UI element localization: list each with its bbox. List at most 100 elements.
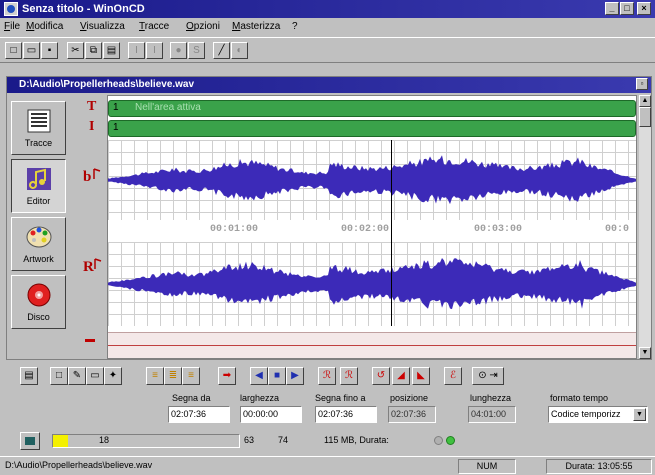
cut-icon[interactable]: ✂ — [67, 42, 84, 59]
fade-out-icon[interactable]: ◣ — [412, 367, 430, 385]
status-duration: Durata: 13:05:55 — [546, 459, 652, 474]
jump-icon[interactable]: ➡ — [218, 367, 236, 385]
segna-da-input[interactable]: 02:07:36 — [168, 406, 230, 423]
editor-title-bar: D:\Audio\Propellerheads\believe.wav ▫ — [7, 77, 651, 93]
capacity-row: 18 63 74 115 MB, Durata: — [0, 432, 655, 450]
larghezza-input[interactable]: 00:00:00 — [240, 406, 302, 423]
waveform-area[interactable]: 1 Nell'area attiva 1 00:01:00 00:02:00 0… — [107, 95, 637, 359]
disc-capacity-icon[interactable] — [20, 432, 40, 450]
minimize-button[interactable]: _ — [605, 2, 619, 15]
scroll-down-icon[interactable]: ▼ — [639, 347, 651, 359]
tab-artwork[interactable]: Artwork — [11, 217, 66, 271]
scroll-thumb[interactable] — [639, 107, 651, 127]
loop-icon[interactable]: ↺ — [372, 367, 390, 385]
palette-icon — [26, 226, 52, 248]
tab-tracce[interactable]: Tracce — [11, 101, 66, 155]
volume-line[interactable] — [108, 345, 636, 346]
time-format-icon[interactable]: ⊙ ⇥ — [472, 367, 504, 385]
scroll-up-icon[interactable]: ▲ — [639, 95, 651, 107]
zoom-in-icon[interactable]: ℛ — [318, 367, 336, 385]
tab-disco[interactable]: Disco — [11, 275, 66, 329]
copy-icon[interactable]: ⧉ — [85, 42, 102, 59]
menu-file[interactable]: File — [4, 21, 20, 32]
menu-opzioni[interactable]: Opzioni — [186, 21, 220, 32]
menu-tracce[interactable]: Tracce — [139, 21, 169, 32]
track-bar-index[interactable]: 1 — [108, 120, 636, 137]
play-icon[interactable]: ▶ — [286, 367, 304, 385]
capacity-value: 18 — [99, 435, 110, 445]
menu-visualizza[interactable]: Visualizza — [80, 21, 125, 32]
index-number: 1 — [113, 122, 119, 133]
volume-envelope-track[interactable] — [108, 332, 636, 358]
track-bar-title[interactable]: 1 Nell'area attiva — [108, 100, 636, 117]
posizione-value: 02:07:36 — [388, 406, 436, 423]
window-title: Senza titolo - WinOnCD — [22, 3, 145, 15]
status-path: D:\Audio\Propellerheads\believe.wav — [5, 460, 153, 470]
app-icon[interactable] — [4, 2, 18, 16]
waveform-right-channel[interactable] — [108, 242, 636, 326]
zoom-out-icon[interactable]: ℛ — [340, 367, 358, 385]
tab-artwork-label: Artwork — [23, 254, 54, 264]
waveform-left-channel[interactable] — [108, 140, 636, 220]
status-bar: D:\Audio\Propellerheads\believe.wav NUM … — [0, 456, 655, 475]
status-led-gray — [434, 436, 443, 445]
filter-icon[interactable]: ℰ — [444, 367, 462, 385]
waveform-right — [108, 258, 636, 310]
main-toolbar: □ ▭ ▪ ✂ ⧉ ▤ I I ● S ╱ ◐ — [0, 37, 655, 63]
edit-icon[interactable]: ✎ — [68, 367, 86, 385]
new-file-icon[interactable]: □ — [50, 367, 68, 385]
open-icon[interactable]: ▭ — [23, 42, 40, 59]
open-file-icon[interactable]: ▭ — [86, 367, 104, 385]
close-button[interactable]: × — [637, 2, 651, 15]
paste-icon[interactable]: ▤ — [103, 42, 120, 59]
time-label-2: 00:02:00 — [341, 224, 390, 235]
chevron-down-icon[interactable]: ▼ — [633, 408, 646, 421]
track-number: 1 — [113, 102, 119, 113]
menu-help[interactable]: ? — [292, 21, 298, 32]
segna-fino-a-input[interactable]: 02:07:36 — [315, 406, 377, 423]
burn-icon[interactable]: ◐ — [231, 42, 248, 59]
segna-fino-a-label: Segna fino a — [315, 393, 366, 403]
tab-disco-label: Disco — [27, 312, 50, 322]
svg-text:b: b — [83, 169, 91, 185]
restore-icon[interactable]: ▫ — [636, 78, 648, 90]
stop-icon[interactable]: ■ — [268, 367, 286, 385]
fade-in-icon[interactable]: ◢ — [392, 367, 410, 385]
tab-editor[interactable]: Editor — [11, 159, 66, 213]
marker-clear-icon[interactable]: ≡ — [182, 367, 200, 385]
properties-icon[interactable]: ▤ — [20, 367, 38, 385]
maximize-button[interactable]: □ — [620, 2, 634, 15]
playback-cursor[interactable] — [391, 140, 392, 326]
volume-marker-icon — [85, 339, 95, 342]
marker-set-icon[interactable]: ≡ — [146, 367, 164, 385]
capacity-left-number: 63 — [244, 435, 255, 445]
lunghezza-value: 04:01:00 — [468, 406, 516, 423]
time-label-3: 00:03:00 — [474, 224, 523, 235]
tracks-icon — [27, 109, 51, 133]
pencil-icon[interactable]: ╱ — [213, 42, 230, 59]
formato-tempo-value: Codice temporizz — [551, 409, 621, 419]
marker-range-icon[interactable]: ≣ — [164, 367, 182, 385]
svg-text:R: R — [83, 259, 94, 275]
editor-file-path: D:\Audio\Propellerheads\believe.wav — [19, 79, 195, 90]
wizard-icon[interactable]: ✦ — [104, 367, 122, 385]
record-icon[interactable]: ● — [170, 42, 187, 59]
settings-icon[interactable]: S — [188, 42, 205, 59]
vertical-scrollbar[interactable]: ▲ ▼ — [639, 95, 651, 359]
formato-tempo-select[interactable]: Codice temporizz ▼ — [548, 406, 648, 423]
track-prev-icon[interactable]: I — [128, 42, 145, 59]
menu-masterizza[interactable]: Masterizza — [232, 21, 280, 32]
size-duration-text: 115 MB, Durata: — [324, 435, 389, 445]
menu-modifica[interactable]: Modifica — [26, 21, 63, 32]
save-icon[interactable]: ▪ — [41, 42, 58, 59]
menu-bar: File Modifica Visualizza Tracce Opzioni … — [0, 19, 655, 35]
new-icon[interactable]: □ — [5, 42, 22, 59]
left-channel-icon: b — [83, 168, 101, 185]
track-next-icon[interactable]: I — [146, 42, 163, 59]
tab-editor-label: Editor — [26, 196, 51, 206]
rewind-icon[interactable]: ◀ — [250, 367, 268, 385]
disc-icon — [27, 283, 51, 307]
index-marker-icon: I — [89, 119, 95, 134]
posizione-label: posizione — [390, 393, 429, 403]
editor-toolbar: ▤ □ ✎ ▭ ✦ ≡ ≣ ≡ ➡ ◀ ■ ▶ ℛ ℛ ↺ ◢ ◣ ℰ ⊙ ⇥ — [0, 364, 655, 388]
